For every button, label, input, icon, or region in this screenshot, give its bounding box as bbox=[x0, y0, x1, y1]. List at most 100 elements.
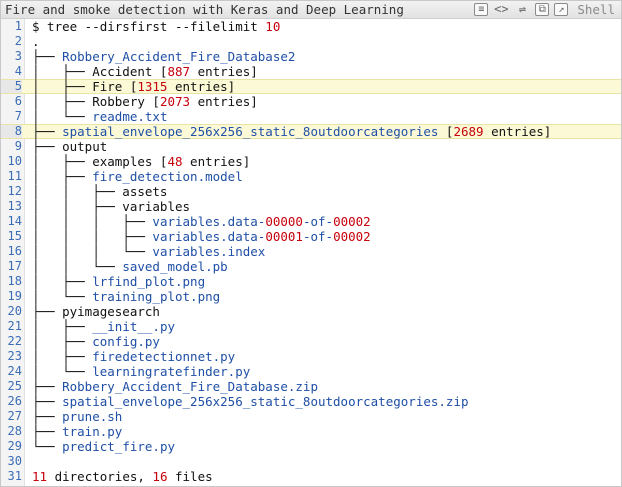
line-number: 31 bbox=[7, 469, 22, 483]
file-token: -of- bbox=[302, 229, 334, 244]
copy-icon[interactable]: ⧉ bbox=[535, 3, 550, 16]
code-line: 11 │ ├── fire_detection.model bbox=[1, 169, 621, 184]
text-token: ├── bbox=[32, 49, 63, 64]
text-token: ├── bbox=[32, 424, 63, 439]
code-lines: 1 $ tree --dirsfirst --filelimit 10 2. 3 ├──… bbox=[1, 19, 621, 484]
line-number: 24 bbox=[7, 364, 22, 378]
popout-icon[interactable]: ↗ bbox=[554, 3, 569, 16]
code-block-titlebar: Fire and smoke detection with Keras and … bbox=[1, 1, 621, 19]
line-number: 29 bbox=[7, 439, 22, 453]
file-token: config.py bbox=[92, 334, 160, 349]
line-text: └── predict_fire.py bbox=[32, 439, 175, 454]
number-token: 48 bbox=[167, 154, 183, 169]
code-line: 28 ├── train.py bbox=[1, 424, 621, 439]
text-token: │ └── bbox=[32, 109, 93, 124]
line-text: │ │ ├── assets bbox=[32, 184, 167, 199]
code-line: 2. bbox=[1, 34, 621, 49]
line-text: │ ├── __init__.py bbox=[32, 319, 175, 334]
line-number: 17 bbox=[7, 259, 22, 273]
line-text: │ └── training_plot.png bbox=[32, 289, 220, 304]
line-number: 26 bbox=[7, 394, 22, 408]
code-area[interactable]: 1 $ tree --dirsfirst --filelimit 10 2. 3 ├──… bbox=[1, 19, 621, 486]
text-token: │ │ ├── assets bbox=[32, 184, 168, 199]
line-number: 23 bbox=[7, 349, 22, 363]
code-line: 10 │ ├── examples [48 entries] bbox=[1, 154, 621, 169]
line-number: 15 bbox=[7, 229, 22, 243]
file-token: spatial_envelope_256x256_static_8outdoor… bbox=[62, 394, 469, 409]
line-text: │ ├── examples [48 entries] bbox=[32, 154, 250, 169]
line-text: ├── Robbery_Accident_Fire_Database2 bbox=[32, 49, 295, 64]
text-token: │ ├── Robbery [ bbox=[32, 94, 160, 109]
number-token: 1315 bbox=[137, 79, 168, 94]
line-text: │ │ │ └── variables.index bbox=[32, 244, 265, 259]
embed-icon[interactable]: <> bbox=[493, 3, 509, 16]
code-line: 23 │ ├── firedetectionnet.py bbox=[1, 349, 621, 364]
code-line: 4 │ ├── Accident [887 entries] bbox=[1, 64, 621, 79]
code-line: 18 │ ├── lrfind_plot.png bbox=[1, 274, 621, 289]
line-number: 20 bbox=[7, 304, 22, 318]
line-number: 8 bbox=[1, 125, 22, 138]
file-token: firedetectionnet.py bbox=[92, 349, 236, 364]
line-text: │ └── readme.txt bbox=[32, 109, 167, 124]
line-number: 16 bbox=[7, 244, 22, 258]
line-text: ├── Robbery_Accident_Fire_Database.zip bbox=[32, 379, 318, 394]
text-token: │ ├── examples [ bbox=[32, 154, 168, 169]
file-token: predict_fire.py bbox=[62, 439, 175, 454]
line-text: ├── prune.sh bbox=[32, 409, 122, 424]
code-line: 7 │ └── readme.txt bbox=[1, 109, 621, 124]
code-line: 25 ├── Robbery_Accident_Fire_Database.zip bbox=[1, 379, 621, 394]
code-line: 30 bbox=[1, 454, 621, 469]
code-line: 29 └── predict_fire.py bbox=[1, 439, 621, 454]
text-token: ├── bbox=[32, 124, 63, 139]
code-line: 8 ├── spatial_envelope_256x256_static_8ou… bbox=[1, 124, 621, 139]
text-token: [ bbox=[438, 124, 454, 139]
line-number: 27 bbox=[7, 409, 22, 423]
line-text: $ tree --dirsfirst --filelimit 10 bbox=[32, 19, 280, 34]
code-line: 20 ├── pyimagesearch bbox=[1, 304, 621, 319]
code-line: 9 ├── output bbox=[1, 139, 621, 154]
line-number: 13 bbox=[7, 199, 22, 213]
file-token: train.py bbox=[62, 424, 123, 439]
code-toolbar: ≡ <> ⇌ ⧉ ↗ Shell bbox=[474, 1, 615, 18]
language-label: Shell bbox=[577, 2, 615, 17]
line-number: 5 bbox=[1, 80, 22, 93]
text-token: . bbox=[32, 34, 40, 49]
line-text: 11 directories, 16 files bbox=[32, 469, 213, 484]
file-token: __init__.py bbox=[92, 319, 176, 334]
code-block-title: Fire and smoke detection with Keras and … bbox=[5, 2, 404, 17]
file-token: Robbery_Accident_Fire_Database2 bbox=[62, 49, 296, 64]
text-token: ├── bbox=[32, 379, 63, 394]
code-line: 5 │ ├── Fire [1315 entries] bbox=[1, 79, 621, 94]
number-token: 00000 bbox=[265, 214, 303, 229]
number-token: 887 bbox=[167, 64, 191, 79]
text-token: entries] bbox=[483, 124, 552, 139]
file-token: Robbery_Accident_Fire_Database.zip bbox=[62, 379, 318, 394]
line-text: ├── spatial_envelope_256x256_static_8out… bbox=[32, 394, 469, 409]
code-line: 17 │ │ └── saved_model.pb bbox=[1, 259, 621, 274]
number-token: 11 bbox=[32, 469, 48, 484]
text-token: ├── output bbox=[32, 139, 108, 154]
line-number: 11 bbox=[7, 169, 22, 183]
number-token: 00002 bbox=[333, 229, 371, 244]
text-token: │ ├── bbox=[32, 169, 93, 184]
line-text: │ ├── config.py bbox=[32, 334, 160, 349]
file-token: prune.sh bbox=[62, 409, 123, 424]
line-number: 25 bbox=[7, 379, 22, 393]
text-token: │ │ │ └── bbox=[32, 244, 153, 259]
wrap-icon[interactable]: ⇌ bbox=[514, 3, 530, 16]
line-number: 18 bbox=[7, 274, 22, 288]
text-token: │ │ └── bbox=[32, 259, 123, 274]
text-token: │ └── bbox=[32, 289, 93, 304]
line-text: │ ├── firedetectionnet.py bbox=[32, 349, 235, 364]
line-text: ├── spatial_envelope_256x256_static_8out… bbox=[32, 125, 551, 138]
line-number: 14 bbox=[7, 214, 22, 228]
line-number: 1 bbox=[14, 19, 22, 33]
code-line: 3 ├── Robbery_Accident_Fire_Database2 bbox=[1, 49, 621, 64]
code-icon[interactable]: ≡ bbox=[474, 3, 489, 16]
code-line: 19 │ └── training_plot.png bbox=[1, 289, 621, 304]
file-token: fire_detection.model bbox=[92, 169, 243, 184]
text-token: └── bbox=[32, 439, 63, 454]
text-token: │ ├── bbox=[32, 349, 93, 364]
file-token: variables.data- bbox=[152, 229, 266, 244]
line-number: 6 bbox=[14, 94, 22, 108]
